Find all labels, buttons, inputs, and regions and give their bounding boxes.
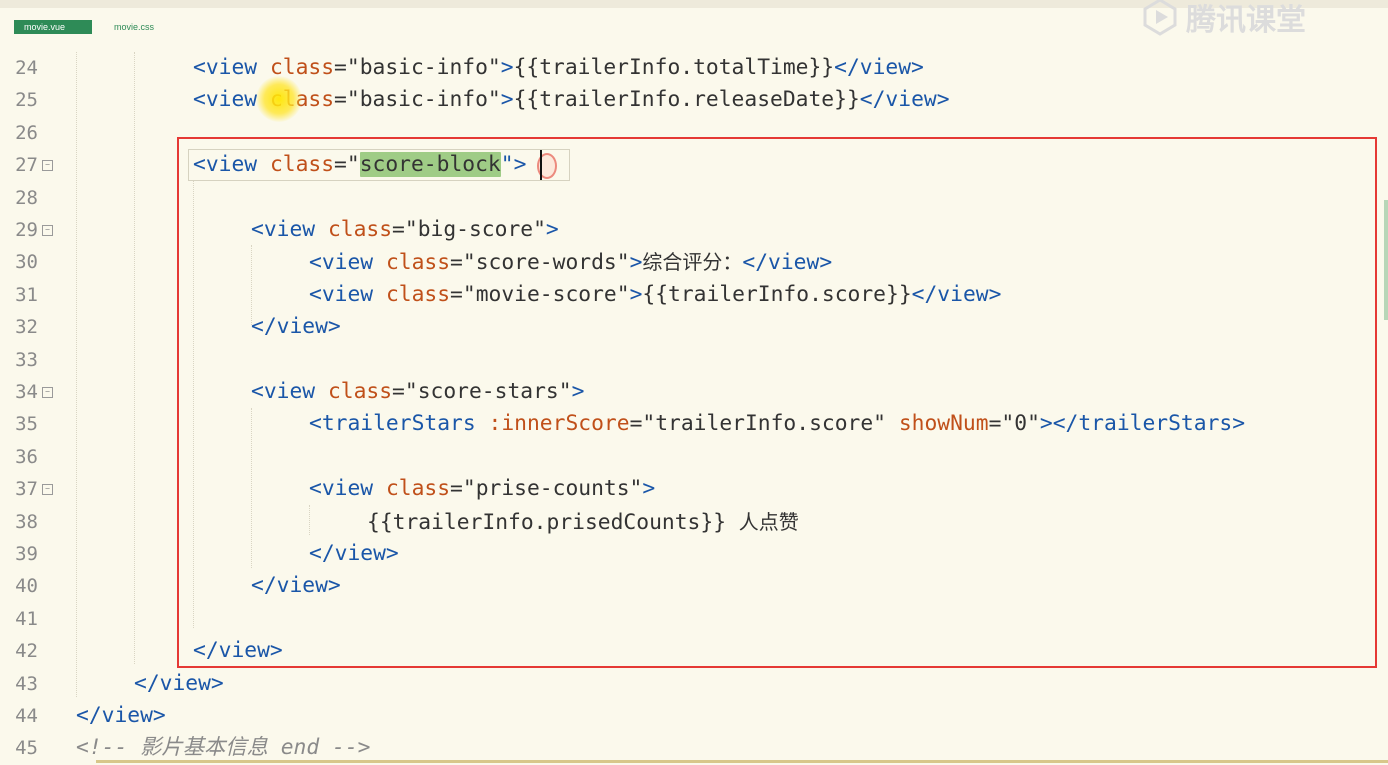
line-number: 39 — [15, 543, 38, 565]
horizontal-scrollbar[interactable] — [96, 760, 1388, 763]
line-number: 32 — [15, 316, 38, 339]
line-number: 31 — [15, 283, 38, 306]
line-number: 36 — [15, 445, 38, 468]
code-line: </view> — [76, 700, 166, 732]
code-line: </view> — [134, 668, 224, 700]
code-token: = — [334, 87, 347, 113]
code-token: <view — [193, 55, 270, 80]
code-token: {{trailerInfo.totalTime}} — [513, 55, 835, 80]
line-number: 37 — [15, 478, 38, 501]
line-number: 28 — [15, 186, 38, 209]
tab-movie-vue[interactable]: movie.vue — [14, 20, 92, 34]
fold-toggle-icon[interactable]: − — [42, 387, 53, 398]
fold-toggle-icon[interactable]: − — [42, 225, 53, 236]
code-token: </view> — [859, 87, 950, 113]
code-token: </view> — [76, 703, 166, 728]
line-number: 45 — [15, 737, 38, 760]
code-token: = — [334, 55, 347, 80]
line-number: 41 — [15, 607, 38, 630]
line-number: 34 — [15, 381, 38, 403]
watermark: 腾讯课堂 — [1140, 0, 1306, 38]
indent-guide — [134, 52, 135, 664]
code-token: "basic-info" — [346, 55, 501, 80]
mouse-pointer-highlight — [256, 76, 302, 122]
code-line: <view class="basic-info">{{trailerInfo.r… — [193, 84, 950, 116]
line-number: 24 — [15, 57, 38, 79]
code-token: </view> — [834, 55, 924, 80]
fold-toggle-icon[interactable]: − — [42, 160, 53, 171]
line-number: 26 — [15, 121, 38, 144]
line-number: 42 — [15, 640, 38, 663]
code-token: "basic-info" — [346, 87, 501, 113]
indent-guide — [76, 52, 77, 697]
fold-toggle-icon[interactable]: − — [42, 484, 53, 495]
tab-movie-css[interactable]: movie.css — [104, 20, 184, 34]
annotation-box — [177, 137, 1377, 668]
line-number: 29 — [15, 219, 38, 241]
line-number: 44 — [15, 705, 38, 727]
code-token: > — [500, 87, 514, 113]
code-token: {{trailerInfo.releaseDate}} — [513, 87, 860, 113]
line-number: 35 — [15, 413, 38, 436]
code-token: </view> — [134, 670, 224, 696]
line-number: 27 — [15, 154, 38, 177]
line-number: 38 — [15, 510, 38, 533]
code-token: > — [500, 55, 514, 80]
line-number: 30 — [15, 251, 38, 274]
line-number: 25 — [15, 89, 38, 112]
play-logo-icon — [1143, 0, 1177, 36]
code-comment: <!-- 影片基本信息 end --> — [76, 735, 371, 761]
line-number: 40 — [15, 575, 38, 598]
code-line: <view class="basic-info">{{trailerInfo.t… — [193, 52, 924, 84]
line-number: 33 — [15, 348, 38, 371]
scrollbar-marker[interactable] — [1384, 200, 1388, 320]
line-number: 43 — [15, 672, 38, 695]
watermark-text: 腾讯课堂 — [1186, 3, 1306, 38]
